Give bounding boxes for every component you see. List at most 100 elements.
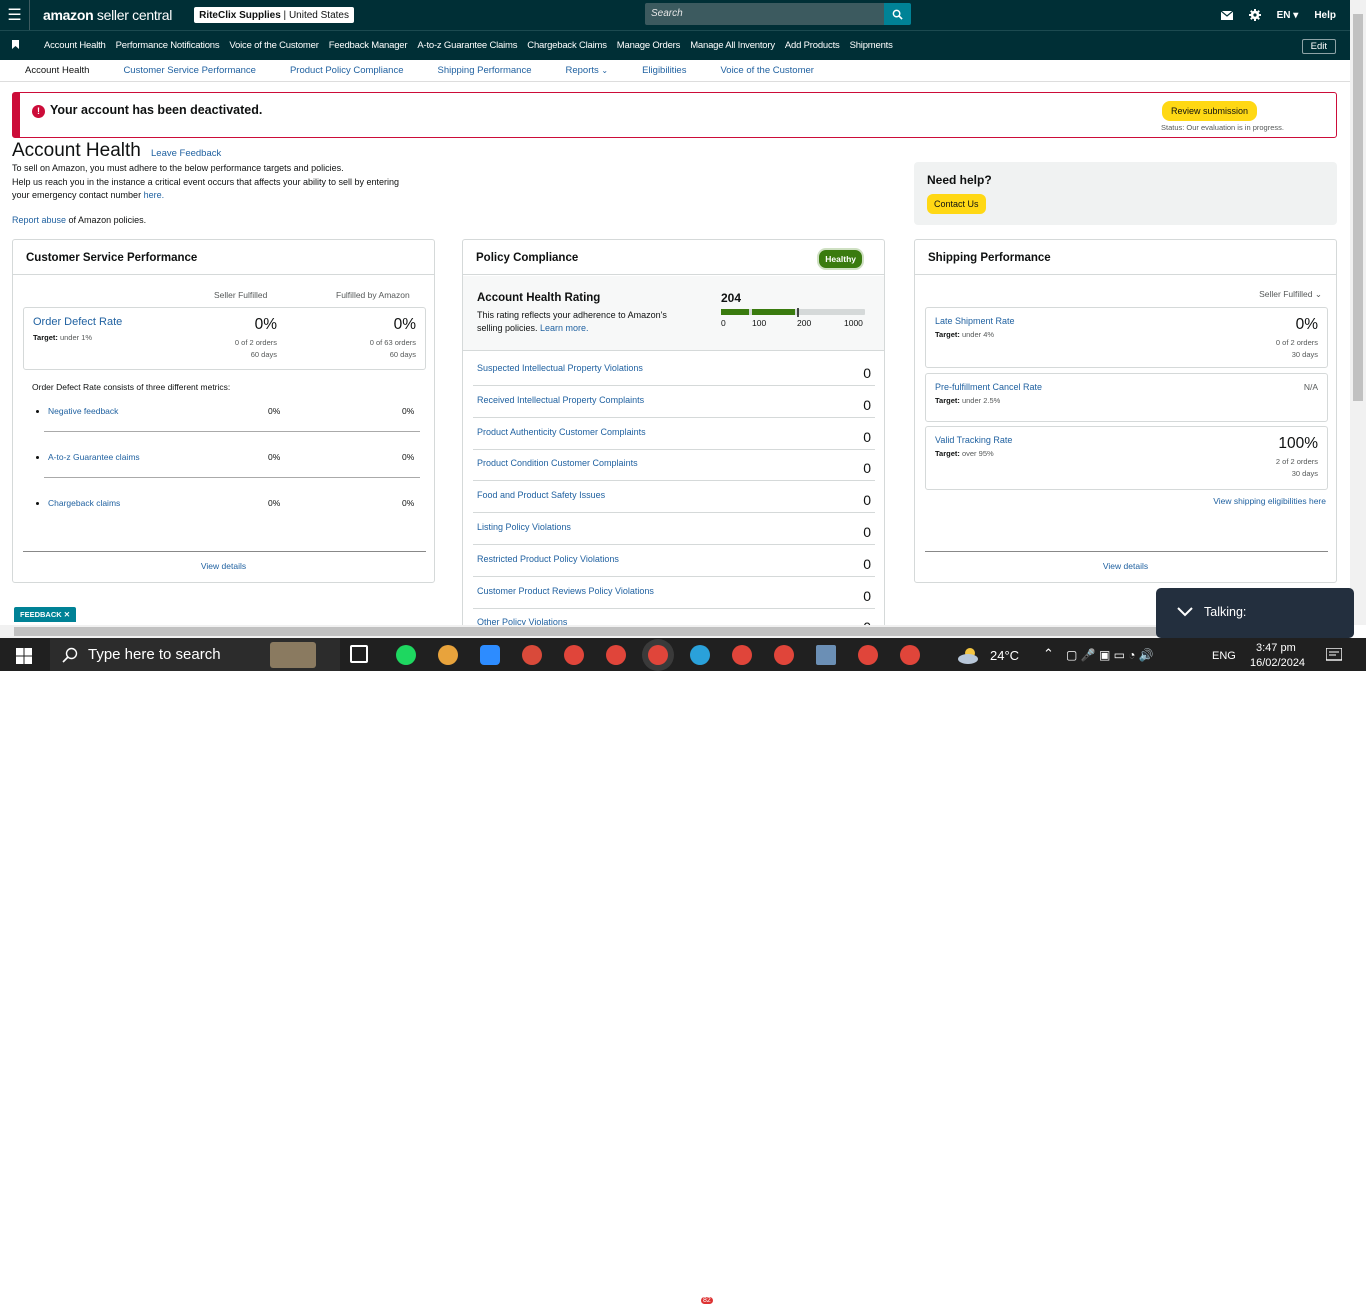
task-view-icon[interactable] — [350, 645, 368, 663]
report-abuse-link[interactable]: Report abuse — [12, 215, 66, 225]
chrome-icon[interactable] — [606, 645, 626, 665]
close-icon[interactable]: ✕ — [64, 610, 70, 619]
spotify-icon[interactable] — [396, 645, 416, 665]
nav-item-add-products[interactable]: Add Products — [785, 40, 840, 51]
telegram-icon[interactable] — [690, 645, 710, 665]
nav-item-atoz-claims[interactable]: A-to-z Guarantee Claims — [417, 40, 517, 51]
policy-row-link[interactable]: Restricted Product Policy Violations — [477, 554, 619, 564]
scrollbar-thumb[interactable] — [1353, 14, 1363, 401]
policy-row-count: 0 — [863, 587, 871, 604]
policy-row-link[interactable]: Product Authenticity Customer Complaints — [477, 427, 646, 437]
language-indicator[interactable]: ENG — [1212, 650, 1236, 662]
valid-tracking-value: 100% — [1278, 435, 1318, 452]
late-shipment-link[interactable]: Late Shipment Rate — [935, 316, 1015, 326]
clock-time[interactable]: 3:47 pm — [1256, 642, 1296, 654]
policy-row: Received Intellectual Property Complaint… — [473, 386, 875, 418]
chrome-icon[interactable] — [858, 645, 878, 665]
prefulfillment-cancel-box: Pre-fulfillment Cancel Rate Target: unde… — [925, 373, 1328, 422]
search-button[interactable] — [884, 3, 911, 25]
nav-item-account-health[interactable]: Account Health — [44, 40, 106, 51]
odr-fba-detail: 0 of 63 orders 60 days — [369, 338, 416, 359]
seller-central-logo[interactable]: amazon seller central — [43, 7, 172, 23]
metric-value: 0% — [268, 498, 281, 508]
vertical-scrollbar[interactable] — [1350, 0, 1366, 625]
windows-start-icon[interactable] — [16, 648, 32, 664]
metric-value: 0% — [402, 452, 415, 462]
nav-item-shipments[interactable]: Shipments — [850, 40, 893, 51]
notification-icon[interactable] — [1326, 648, 1342, 662]
tray-icons[interactable]: ▢ 🎤 ▣ ▭ ◔ 🔊 — [1066, 648, 1154, 662]
policy-row-link[interactable]: Food and Product Safety Issues — [477, 490, 605, 500]
subnav-eligibilities[interactable]: Eligibilities — [642, 65, 686, 76]
nav-item-performance-notifications[interactable]: Performance Notifications — [116, 40, 220, 51]
app-icon[interactable] — [522, 645, 542, 665]
metric-value: 0% — [402, 498, 415, 508]
nav-item-feedback-manager[interactable]: Feedback Manager — [329, 40, 408, 51]
chevron-down-icon[interactable] — [1176, 606, 1194, 618]
subnav-shipping-performance[interactable]: Shipping Performance — [438, 65, 532, 76]
ahr-learn-more-link[interactable]: Learn more. — [540, 323, 589, 333]
nav-item-voice-of-customer[interactable]: Voice of the Customer — [229, 40, 318, 51]
calculator-icon[interactable] — [816, 645, 836, 665]
search-input[interactable]: Search — [645, 3, 885, 25]
language-selector[interactable]: EN ▾ — [1277, 10, 1299, 21]
sp-view-details-link[interactable]: View details — [915, 561, 1336, 571]
odr-link[interactable]: Order Defect Rate — [33, 316, 122, 328]
policy-row-count: 0 — [863, 492, 871, 509]
bookmark-icon[interactable] — [0, 39, 30, 52]
need-help-panel: Need help? Contact Us — [914, 162, 1337, 225]
emergency-contact-link[interactable]: here. — [144, 190, 165, 200]
subnav-reports[interactable]: Reports ⌄ — [566, 65, 609, 76]
valid-tracking-link[interactable]: Valid Tracking Rate — [935, 435, 1012, 445]
mail-icon[interactable] — [1220, 10, 1233, 20]
alert-status: Status: Our evaluation is in progress. — [1161, 123, 1284, 132]
policy-row-link[interactable]: Suspected Intellectual Property Violatio… — [477, 363, 643, 373]
chrome-icon-active[interactable] — [648, 645, 668, 665]
late-shipment-detail: 0 of 2 orders 30 days — [1275, 338, 1318, 359]
contact-us-button[interactable]: Contact Us — [927, 194, 986, 214]
hamburger-menu-icon[interactable]: ☰ — [0, 0, 30, 30]
ahr-description: This rating reflects your adherence to A… — [477, 310, 667, 333]
review-submission-button[interactable]: Review submission — [1162, 101, 1258, 121]
app-icon[interactable] — [438, 645, 458, 665]
csp-view-details-link[interactable]: View details — [13, 561, 434, 571]
policy-row-link[interactable]: Customer Product Reviews Policy Violatio… — [477, 586, 654, 596]
subnav-product-policy-compliance[interactable]: Product Policy Compliance — [290, 65, 404, 76]
weather-temperature[interactable]: 24°C — [990, 648, 1019, 663]
feedback-tab[interactable]: FEEDBACK ✕ — [14, 607, 77, 622]
help-link[interactable]: Help — [1314, 10, 1336, 21]
policy-row-count: 0 — [863, 460, 871, 477]
subnav-account-health[interactable]: Account Health — [25, 65, 89, 76]
policy-row-link[interactable]: Product Condition Customer Complaints — [477, 458, 638, 468]
nav-item-chargeback-claims[interactable]: Chargeback Claims — [527, 40, 607, 51]
prefulfillment-cancel-link[interactable]: Pre-fulfillment Cancel Rate — [935, 382, 1042, 392]
zoom-icon[interactable] — [480, 645, 500, 665]
horizontal-scrollbar[interactable] — [0, 625, 1350, 638]
taskbar-search[interactable]: Type here to search — [50, 638, 340, 671]
policy-row: Listing Policy Violations 0 — [473, 513, 875, 545]
nav-item-manage-inventory[interactable]: Manage All Inventory — [690, 40, 775, 51]
policy-row-link[interactable]: Received Intellectual Property Complaint… — [477, 395, 644, 405]
gear-icon[interactable] — [1248, 9, 1261, 21]
chevron-up-icon[interactable]: ⌃ — [1043, 646, 1054, 662]
subnav-voice-of-customer[interactable]: Voice of the Customer — [720, 65, 813, 76]
chrome-icon[interactable] — [564, 645, 584, 665]
chrome-icon[interactable] — [732, 645, 752, 665]
shipping-eligibilities-link[interactable]: View shipping eligibilities here — [1213, 496, 1326, 506]
nav-item-manage-orders[interactable]: Manage Orders — [617, 40, 681, 51]
leave-feedback-link[interactable]: Leave Feedback — [151, 148, 221, 159]
policy-row-link[interactable]: Listing Policy Violations — [477, 522, 571, 532]
chrome-icon[interactable] — [900, 645, 920, 665]
edit-nav-button[interactable]: Edit — [1301, 39, 1336, 54]
scrollbar-thumb[interactable] — [14, 627, 1334, 636]
page-description: To sell on Amazon, you must adhere to th… — [12, 163, 400, 200]
chrome-icon[interactable] — [774, 645, 794, 665]
metric-negative-feedback[interactable]: Negative feedback — [48, 406, 118, 416]
store-selector[interactable]: RiteClix Supplies | United States — [194, 7, 354, 23]
col-fulfilled-by-amazon: Fulfilled by Amazon — [336, 290, 410, 300]
subnav-customer-service-performance[interactable]: Customer Service Performance — [123, 65, 256, 76]
metric-atoz-claims[interactable]: A-to-z Guarantee claims — [48, 452, 140, 462]
fulfillment-filter-dropdown[interactable]: Seller Fulfilled ⌄ — [1259, 289, 1322, 300]
clock-date[interactable]: 16/02/2024 — [1250, 657, 1305, 669]
metric-chargeback-claims[interactable]: Chargeback claims — [48, 498, 120, 508]
